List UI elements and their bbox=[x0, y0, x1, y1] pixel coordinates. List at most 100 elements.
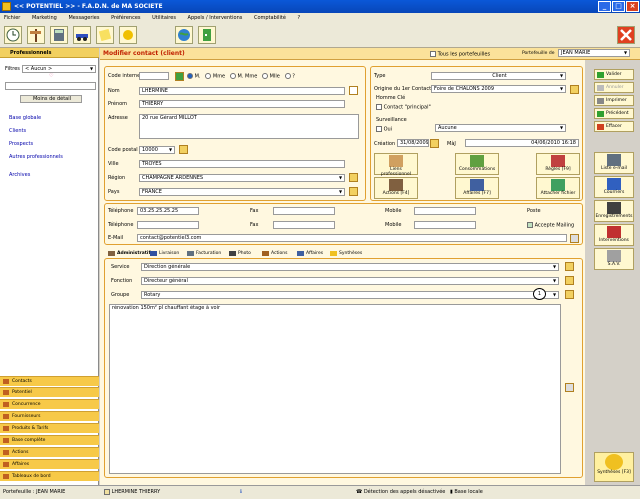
fax2-input[interactable] bbox=[273, 221, 335, 229]
menu-marketing[interactable]: Marketing bbox=[32, 15, 57, 21]
clock-icon[interactable] bbox=[4, 26, 22, 44]
surveillance-select[interactable]: Aucune ▼ bbox=[435, 124, 566, 132]
send-mail-icon[interactable] bbox=[570, 234, 579, 243]
affaires-button[interactable]: Affaires [F7] bbox=[455, 177, 499, 199]
sidebar-search-input[interactable] bbox=[5, 82, 96, 90]
close-form-icon[interactable] bbox=[617, 26, 635, 44]
signpost-icon[interactable] bbox=[27, 26, 45, 44]
region-select[interactable]: CHAMPAGNE ARDENNES ▼ bbox=[139, 174, 345, 182]
prenom-input[interactable]: THIERRY bbox=[139, 100, 345, 108]
maximize-button[interactable]: □ bbox=[612, 1, 625, 12]
notes-edit-icon[interactable] bbox=[565, 383, 574, 392]
sidebar-item-clients[interactable]: Clients bbox=[9, 128, 26, 134]
fonction-select[interactable]: Directeur général ▼ bbox=[141, 277, 559, 285]
origine-select[interactable]: Foire de CHALONS 2009 ▼ bbox=[431, 85, 566, 93]
courriers-button[interactable]: Courriers bbox=[594, 176, 634, 198]
calculator-icon[interactable] bbox=[50, 26, 68, 44]
sidebar-item-base-complete[interactable]: Base complète bbox=[0, 435, 99, 445]
sidebar-item-autres[interactable]: Autres professionnels bbox=[9, 154, 63, 160]
tab-actions[interactable]: Actions bbox=[262, 249, 287, 258]
menu-utilitaires[interactable]: Utilitaires bbox=[152, 15, 176, 21]
ville-input[interactable]: TROYES bbox=[139, 160, 345, 168]
origine-edit-button[interactable] bbox=[570, 85, 579, 94]
pays-select[interactable]: FRANCE ▼ bbox=[139, 188, 345, 196]
menu-preferences[interactable]: Préférences bbox=[111, 15, 140, 21]
sidebar-item-prospects[interactable]: Prospects bbox=[9, 141, 33, 147]
valider-button[interactable]: Valider bbox=[594, 69, 634, 80]
precedent-button[interactable]: Précédent bbox=[594, 108, 634, 119]
interventions-button[interactable]: Interventions bbox=[594, 224, 634, 246]
refresh-icon[interactable] bbox=[175, 72, 184, 81]
filter-select[interactable]: < Aucun > ▼ bbox=[22, 65, 96, 73]
minimize-button[interactable]: _ bbox=[598, 1, 611, 12]
globe-icon[interactable] bbox=[175, 26, 193, 44]
service-edit-button[interactable] bbox=[565, 262, 574, 271]
tel1-input[interactable]: 03.25.25.25.25 bbox=[137, 207, 199, 215]
less-detail-button[interactable]: Moins de détail bbox=[20, 95, 82, 103]
consommations-button[interactable]: Consommations bbox=[455, 153, 499, 175]
sav-button[interactable]: S.A.V. bbox=[594, 248, 634, 270]
car-icon[interactable] bbox=[73, 26, 91, 44]
mobile1-input[interactable] bbox=[414, 207, 476, 215]
annuler-button[interactable]: Annuler bbox=[594, 82, 634, 93]
civility-radios[interactable]: M. Mme M. Mme Mlle ? bbox=[187, 73, 295, 80]
nom-input[interactable]: LHERMINE bbox=[139, 87, 345, 95]
groupe-select[interactable]: Rotary ▼ bbox=[141, 291, 559, 299]
menu-messageries[interactable]: Messageries bbox=[68, 15, 99, 21]
sun-icon[interactable] bbox=[119, 26, 137, 44]
sidebar-item-produits[interactable]: Produits & Tarifs bbox=[0, 423, 99, 433]
attacher-fichier-button[interactable]: Attacher fichier bbox=[536, 177, 580, 199]
groupe-edit-button[interactable] bbox=[565, 290, 574, 299]
menu-appels[interactable]: Appels / Interventions bbox=[188, 15, 243, 21]
exit-door-icon[interactable] bbox=[198, 26, 216, 44]
sidebar-item-base-globale[interactable]: Base globale bbox=[9, 115, 41, 121]
service-select[interactable]: Direction générale ▼ bbox=[141, 263, 559, 271]
sidebar-item-contacts[interactable]: Contacts bbox=[0, 376, 99, 386]
search-icon[interactable] bbox=[349, 86, 358, 95]
tab-facturation[interactable]: Facturation bbox=[187, 249, 221, 258]
menu-fichier[interactable]: Fichier bbox=[4, 15, 20, 21]
regles-button[interactable]: Règles [F9] bbox=[536, 153, 580, 175]
liens-professionnel-button[interactable]: Liens professionnel bbox=[374, 153, 418, 177]
region-edit-button[interactable] bbox=[349, 173, 358, 182]
sidebar-item-archives[interactable]: Archives bbox=[9, 172, 30, 178]
adresse-input[interactable]: 20 rue Gérard MILLOT bbox=[139, 114, 359, 139]
imprimer-button[interactable]: Imprimer bbox=[594, 95, 634, 106]
close-window-button[interactable]: × bbox=[626, 1, 639, 12]
mobile2-input[interactable] bbox=[414, 221, 476, 229]
contact-principal-checkbox[interactable]: Contact "principal" bbox=[376, 104, 431, 111]
sidebar-item-affaires[interactable]: Affaires bbox=[0, 459, 99, 469]
enregistrements-button[interactable]: Enregistrements bbox=[594, 200, 634, 222]
sidebar-item-actions[interactable]: Actions bbox=[0, 447, 99, 457]
accepte-mailing-checkbox[interactable]: Accepte Mailing bbox=[527, 222, 574, 229]
email-input[interactable]: contact@potentiel3.com bbox=[137, 234, 567, 242]
tab-livraison[interactable]: Livraison bbox=[150, 249, 179, 258]
fonction-edit-button[interactable] bbox=[565, 276, 574, 285]
cp-lookup-button[interactable] bbox=[179, 145, 188, 154]
code-interne-input[interactable] bbox=[139, 72, 169, 80]
tab-administratif[interactable]: Administratif bbox=[108, 249, 150, 258]
tel2-input[interactable] bbox=[137, 221, 199, 229]
fax1-input[interactable] bbox=[273, 207, 335, 215]
tab-photo[interactable]: Photo bbox=[229, 249, 251, 258]
sidebar-item-tableaux[interactable]: Tableaux de bord bbox=[0, 471, 99, 481]
sidebar-item-potentiel[interactable]: Potentiel bbox=[0, 387, 99, 397]
liste-email-button[interactable]: Liste e-mail bbox=[594, 152, 634, 174]
menu-help[interactable]: ? bbox=[298, 15, 301, 21]
notes-textarea[interactable]: rénovation 150m² pl chauffant étage à vo… bbox=[109, 304, 561, 474]
cp-input[interactable]: 10000 ▼ bbox=[139, 146, 175, 154]
calendar-icon[interactable] bbox=[430, 139, 439, 148]
all-wallets-checkbox[interactable]: Tous les portefeuilles bbox=[430, 51, 490, 58]
type-select[interactable]: Client ▼ bbox=[431, 72, 566, 80]
sidebar-item-fournisseurs[interactable]: Fournisseurs bbox=[0, 411, 99, 421]
pays-edit-button[interactable] bbox=[349, 187, 358, 196]
tab-syntheses[interactable]: Synthèses bbox=[330, 249, 362, 258]
syntheses-button[interactable]: Synthèses [F3] bbox=[594, 452, 634, 482]
wallet-select[interactable]: JEAN MARIE ▼ bbox=[558, 49, 630, 57]
notes-icon[interactable] bbox=[96, 26, 114, 44]
actions-button[interactable]: Actions [F4] bbox=[374, 177, 418, 199]
surveillance-checkbox[interactable]: Oui bbox=[376, 126, 392, 133]
effacer-button[interactable]: Effacer bbox=[594, 121, 634, 132]
tab-affaires[interactable]: Affaires bbox=[297, 249, 323, 258]
sidebar-item-concurrence[interactable]: Concurrence bbox=[0, 399, 99, 409]
